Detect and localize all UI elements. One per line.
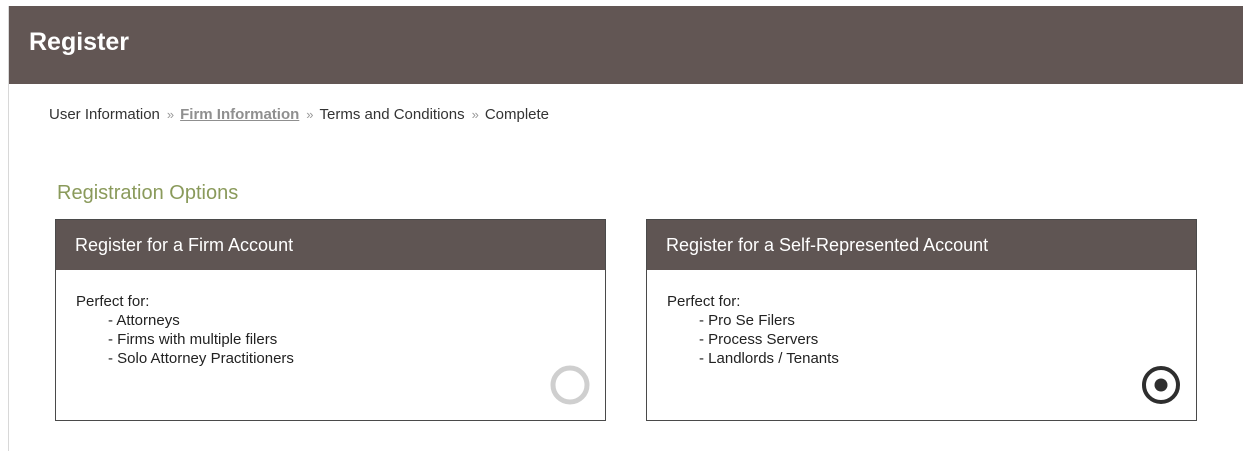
- card-body: Perfect for: Pro Se Filers Process Serve…: [647, 270, 1196, 368]
- breadcrumb-step-complete: Complete: [484, 106, 550, 123]
- self-represented-account-radio[interactable]: [1140, 364, 1182, 406]
- list-item: Solo Attorney Practitioners: [108, 349, 585, 368]
- card-body: Perfect for: Attorneys Firms with multip…: [56, 270, 605, 368]
- breadcrumb: User Information » Firm Information » Terms …: [49, 106, 549, 123]
- self-represented-account-card[interactable]: Register for a Self-Represented Account …: [646, 219, 1197, 421]
- register-panel: Register User Information » Firm Informati…: [8, 6, 1243, 451]
- card-intro: Perfect for:: [667, 293, 741, 310]
- firm-account-radio[interactable]: [549, 364, 591, 406]
- breadcrumb-separator: »: [471, 107, 479, 122]
- card-intro: Perfect for:: [76, 293, 150, 310]
- list-item: Firms with multiple filers: [108, 330, 585, 349]
- breadcrumb-separator: »: [306, 107, 314, 122]
- card-title: Register for a Firm Account: [56, 220, 605, 270]
- audience-list: Pro Se Filers Process Servers Landlords …: [667, 311, 1176, 368]
- firm-account-card[interactable]: Register for a Firm Account Perfect for:…: [55, 219, 606, 421]
- list-item: Attorneys: [108, 311, 585, 330]
- card-title: Register for a Self-Represented Account: [647, 220, 1196, 270]
- page-header: Register: [9, 6, 1243, 84]
- breadcrumb-step-firm-information[interactable]: Firm Information: [180, 106, 299, 123]
- breadcrumb-separator: »: [166, 107, 175, 122]
- breadcrumb-step-user-information: User Information: [49, 106, 160, 123]
- breadcrumb-step-terms-and-conditions: Terms and Conditions: [319, 106, 465, 123]
- audience-list: Attorneys Firms with multiple filers Sol…: [76, 311, 585, 368]
- list-item: Pro Se Filers: [699, 311, 1176, 330]
- list-item: Landlords / Tenants: [699, 349, 1176, 368]
- registration-options-title: Registration Options: [57, 182, 239, 204]
- page-title: Register: [29, 28, 130, 56]
- list-item: Process Servers: [699, 330, 1176, 349]
